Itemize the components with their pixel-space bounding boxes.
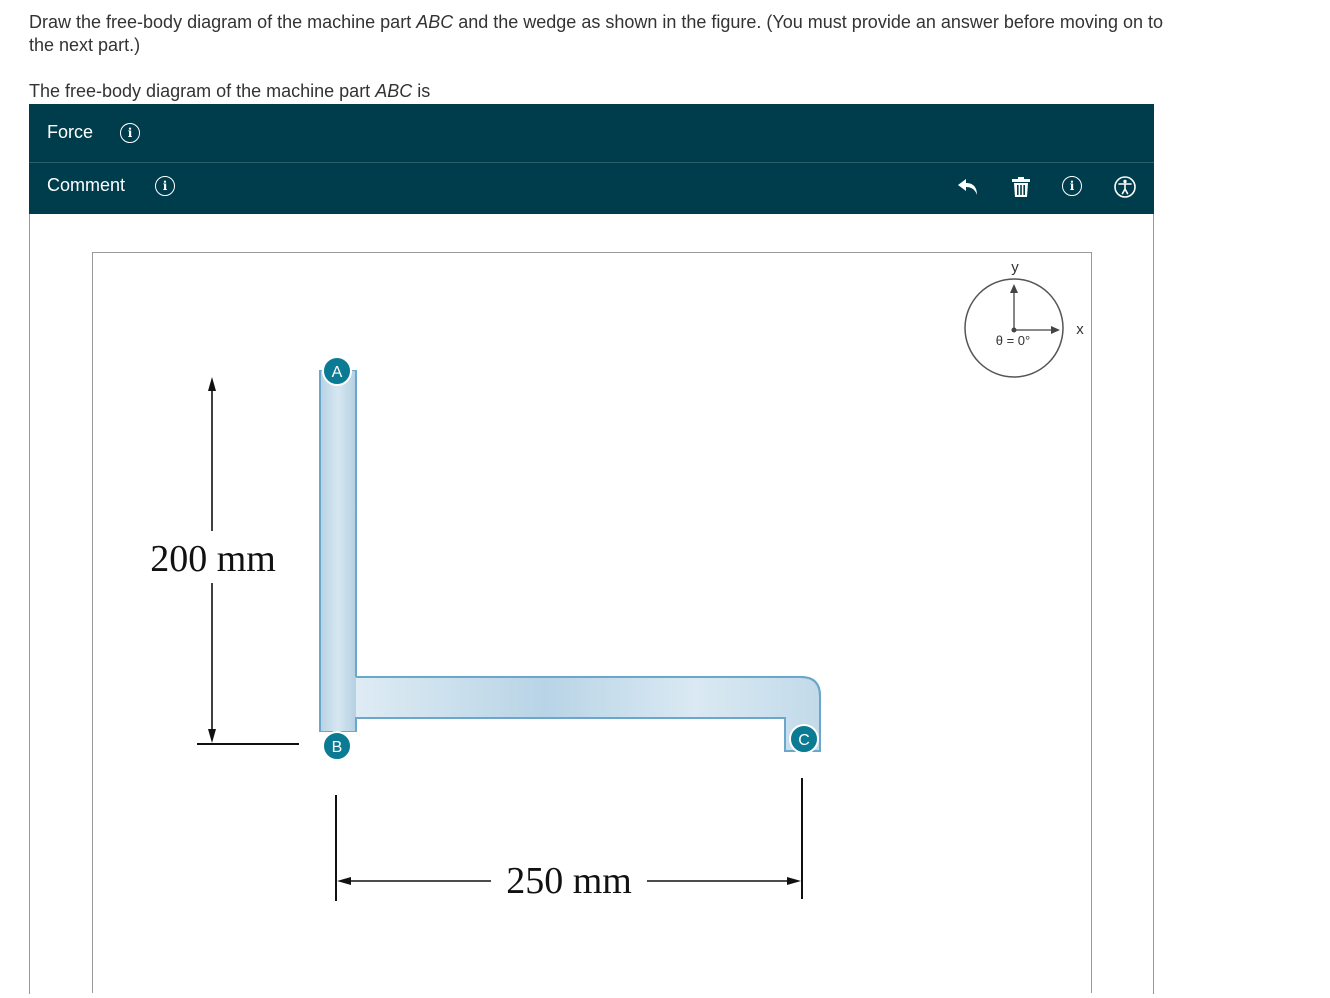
figure-svg: A B C 200 mm 250 mm y x θ = 0° [150,259,1084,902]
width-dimension-label: 250 mm [506,860,632,902]
y-axis-label: y [1011,259,1019,276]
question-prefix: Draw the free-body diagram of the machin… [29,12,417,32]
width-dimension: 250 mm [335,778,803,902]
height-dimension-label: 200 mm [150,538,276,580]
force-tool-label[interactable]: Force [47,122,93,143]
point-b-label: B [332,739,343,756]
info-icon[interactable]: i [1062,176,1082,196]
comment-info-icon[interactable]: i [155,176,175,196]
sub-prompt: The free-body diagram of the machine par… [29,80,430,103]
question-part-name: ABC [416,12,454,32]
comment-tool-row[interactable]: Comment i i [29,163,1154,214]
comment-tool-label[interactable]: Comment [47,175,125,196]
machine-part-abc [319,370,821,752]
force-info-icon[interactable]: i [120,123,140,143]
point-c-badge: C [789,724,819,754]
point-a-label: A [332,364,343,381]
x-axis-label: x [1076,321,1084,338]
drawing-canvas[interactable]: A B C 200 mm 250 mm y x θ = 0° [92,252,1092,993]
tool-panel: Force i Comment i i [29,104,1154,214]
sub-prompt-part-name: ABC [375,81,413,101]
force-tool-row[interactable]: Force i [29,104,1154,163]
height-dimension: 200 mm [150,377,299,745]
sub-prompt-suffix: is [412,81,431,101]
undo-icon[interactable] [955,174,981,200]
point-a-badge: A [322,356,352,386]
question-text: Draw the free-body diagram of the machin… [29,11,1169,57]
point-b-badge: B [322,731,352,761]
axes-indicator[interactable]: y x θ = 0° [964,259,1084,378]
angle-readout: θ = 0° [996,333,1030,348]
point-c-label: C [798,732,810,749]
accessibility-icon[interactable] [1112,174,1138,200]
sub-prompt-prefix: The free-body diagram of the machine par… [29,81,376,101]
trash-icon[interactable] [1008,174,1034,200]
